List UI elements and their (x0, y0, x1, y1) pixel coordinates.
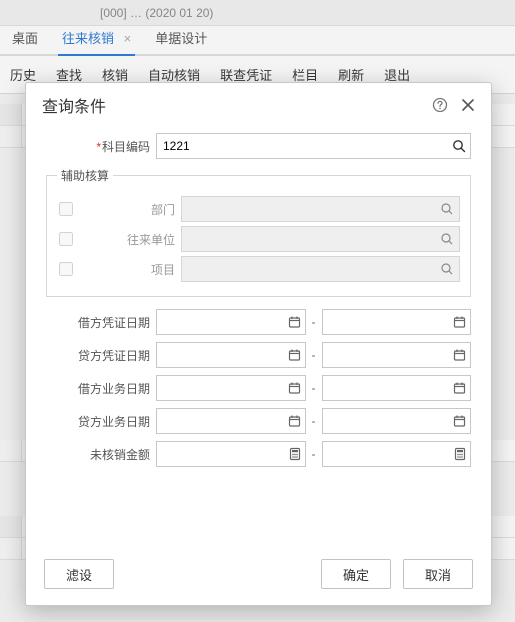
aux-legend: 辅助核算 (57, 167, 113, 184)
aux-project-label: 项目 (73, 261, 181, 278)
aux-dept-label: 部门 (73, 201, 181, 218)
debit-voucher-date-label: 借方凭证日期 (46, 314, 156, 331)
calculator-icon[interactable] (454, 448, 466, 461)
calendar-icon[interactable] (288, 382, 301, 395)
credit-biz-date-label: 贷方业务日期 (46, 413, 156, 430)
aux-project-input (181, 256, 460, 282)
aux-dept-checkbox (59, 202, 73, 216)
credit-voucher-date-to[interactable] (322, 342, 472, 368)
aux-party-label: 往来单位 (73, 231, 181, 248)
credit-voucher-date-label: 贷方凭证日期 (46, 347, 156, 364)
aux-project-checkbox (59, 262, 73, 276)
calendar-icon[interactable] (288, 349, 301, 362)
help-icon[interactable] (431, 96, 449, 114)
unreconciled-amount-from[interactable] (156, 441, 306, 467)
credit-biz-date-from[interactable] (156, 408, 306, 434)
aux-party-input (181, 226, 460, 252)
cancel-button[interactable]: 取消 (403, 559, 473, 589)
subject-code-input[interactable] (156, 133, 471, 159)
ok-button[interactable]: 确定 (321, 559, 391, 589)
calendar-icon[interactable] (453, 349, 466, 362)
debit-voucher-date-from[interactable] (156, 309, 306, 335)
credit-voucher-date-from[interactable] (156, 342, 306, 368)
debit-voucher-date-to[interactable] (322, 309, 472, 335)
calendar-icon[interactable] (453, 316, 466, 329)
lookup-icon (440, 262, 454, 276)
credit-biz-date-to[interactable] (322, 408, 472, 434)
aux-accounting-group: 辅助核算 部门 往来单位 (46, 167, 471, 297)
unreconciled-amount-to[interactable] (322, 441, 472, 467)
debit-biz-date-to[interactable] (322, 375, 472, 401)
calendar-icon[interactable] (453, 415, 466, 428)
dialog-title: 查询条件 (42, 93, 421, 117)
aux-party-checkbox (59, 232, 73, 246)
filter-button[interactable]: 滤设 (44, 559, 114, 589)
subject-code-label: *科目编码 (46, 138, 156, 155)
close-icon[interactable] (459, 96, 477, 114)
calendar-icon[interactable] (288, 415, 301, 428)
debit-biz-date-from[interactable] (156, 375, 306, 401)
aux-dept-input (181, 196, 460, 222)
lookup-icon (440, 232, 454, 246)
calculator-icon[interactable] (289, 448, 301, 461)
lookup-icon (440, 202, 454, 216)
calendar-icon[interactable] (288, 316, 301, 329)
unreconciled-amount-label: 未核销金额 (46, 446, 156, 463)
query-dialog: 查询条件 *科目编码 辅助核算 (25, 82, 492, 606)
calendar-icon[interactable] (453, 382, 466, 395)
debit-biz-date-label: 借方业务日期 (46, 380, 156, 397)
